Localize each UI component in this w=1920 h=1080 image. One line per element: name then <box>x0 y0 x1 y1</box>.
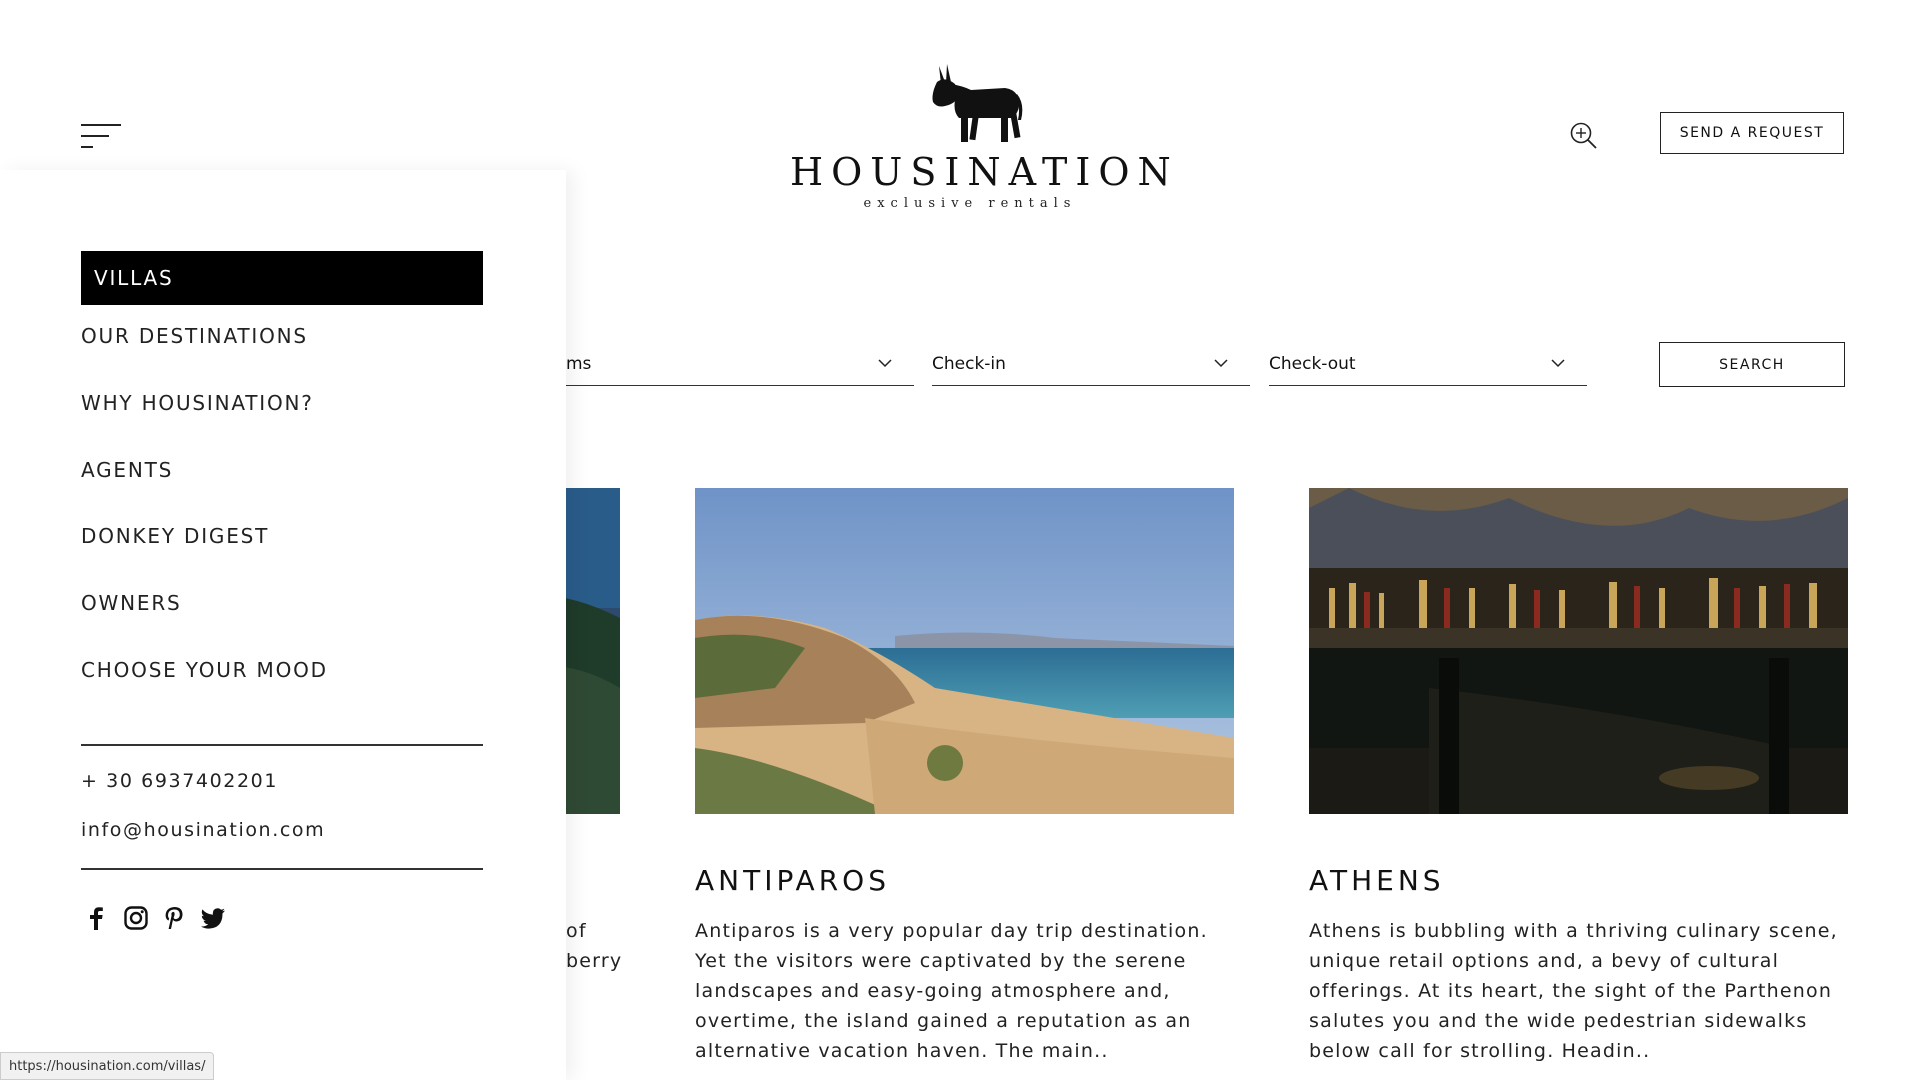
pinterest-icon[interactable] <box>161 905 187 931</box>
facebook-icon[interactable] <box>83 905 109 931</box>
antiparos-image[interactable] <box>695 488 1234 814</box>
phone-link[interactable]: + 30 6937402201 <box>81 770 278 792</box>
menu-toggle-icon[interactable] <box>81 124 121 148</box>
menu-item-destinations[interactable]: OUR DESTINATIONS <box>81 324 308 348</box>
donkey-icon <box>932 64 1023 142</box>
zoom-search-icon[interactable] <box>1568 120 1598 150</box>
checkout-select[interactable]: Check-out <box>1269 350 1587 386</box>
athens-image[interactable] <box>1309 488 1848 814</box>
brand-tagline: exclusive rentals <box>863 196 1077 211</box>
email-link[interactable]: info@housination.com <box>81 819 325 841</box>
menu-item-choose-mood[interactable]: CHOOSE YOUR MOOD <box>81 658 328 682</box>
checkin-select[interactable]: Check-in <box>932 350 1250 386</box>
menu-item-villas[interactable]: VILLAS <box>81 251 483 305</box>
card-description: Athens is bubbling with a thriving culin… <box>1309 920 1838 1062</box>
search-button[interactable]: SEARCH <box>1659 342 1845 387</box>
twitter-icon[interactable] <box>200 905 226 931</box>
rooms-select[interactable]: ms <box>566 350 914 386</box>
menu-item-agents[interactable]: AGENTS <box>81 458 173 482</box>
checkout-label: Check-out <box>1269 354 1356 374</box>
browser-status-url: https://housination.com/villas/ <box>0 1052 215 1080</box>
card-description: Antiparos is a very popular day trip des… <box>695 920 1208 1062</box>
card-title[interactable]: ATHENS <box>1309 864 1445 897</box>
send-request-button[interactable]: SEND A REQUEST <box>1660 112 1844 154</box>
card-title[interactable]: ANTIPAROS <box>695 864 890 897</box>
site-logo[interactable]: HOUSINATION exclusive rentals <box>790 62 1179 211</box>
chevron-down-icon <box>878 359 892 368</box>
chevron-down-icon <box>1551 359 1565 368</box>
divider <box>81 744 483 746</box>
rooms-select-label: ms <box>566 354 592 374</box>
bar-photo <box>1309 488 1848 814</box>
menu-item-why-housination[interactable]: WHY HOUSINATION? <box>81 391 314 415</box>
instagram-icon[interactable] <box>123 905 149 931</box>
menu-item-owners[interactable]: OWNERS <box>81 591 182 615</box>
side-menu: VILLAS OUR DESTINATIONS WHY HOUSINATION?… <box>0 170 566 1080</box>
beach-photo <box>695 488 1234 814</box>
divider <box>81 868 483 870</box>
chevron-down-icon <box>1214 359 1228 368</box>
menu-item-donkey-digest[interactable]: DONKEY DIGEST <box>81 524 269 548</box>
brand-name: HOUSINATION <box>790 150 1179 194</box>
card-text-fragment: of berry <box>566 920 623 972</box>
checkin-label: Check-in <box>932 354 1006 374</box>
